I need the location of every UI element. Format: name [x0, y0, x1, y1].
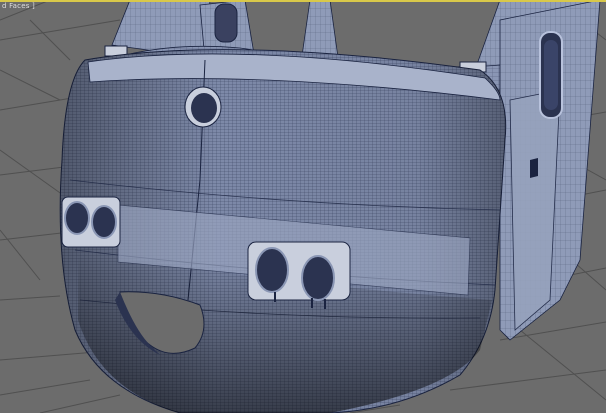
headlight-top[interactable]: [184, 86, 222, 128]
lamp-cluster-right[interactable]: [247, 241, 351, 309]
viewport-canvas[interactable]: [0, 0, 606, 413]
viewport-perspective[interactable]: d Faces ]: [0, 0, 606, 413]
viewport-label[interactable]: d Faces ]: [0, 2, 37, 10]
side-panel[interactable]: [499, 0, 601, 341]
active-viewport-border: [0, 0, 606, 2]
front-body[interactable]: [59, 49, 507, 413]
lamp-cluster-left[interactable]: [61, 196, 121, 248]
